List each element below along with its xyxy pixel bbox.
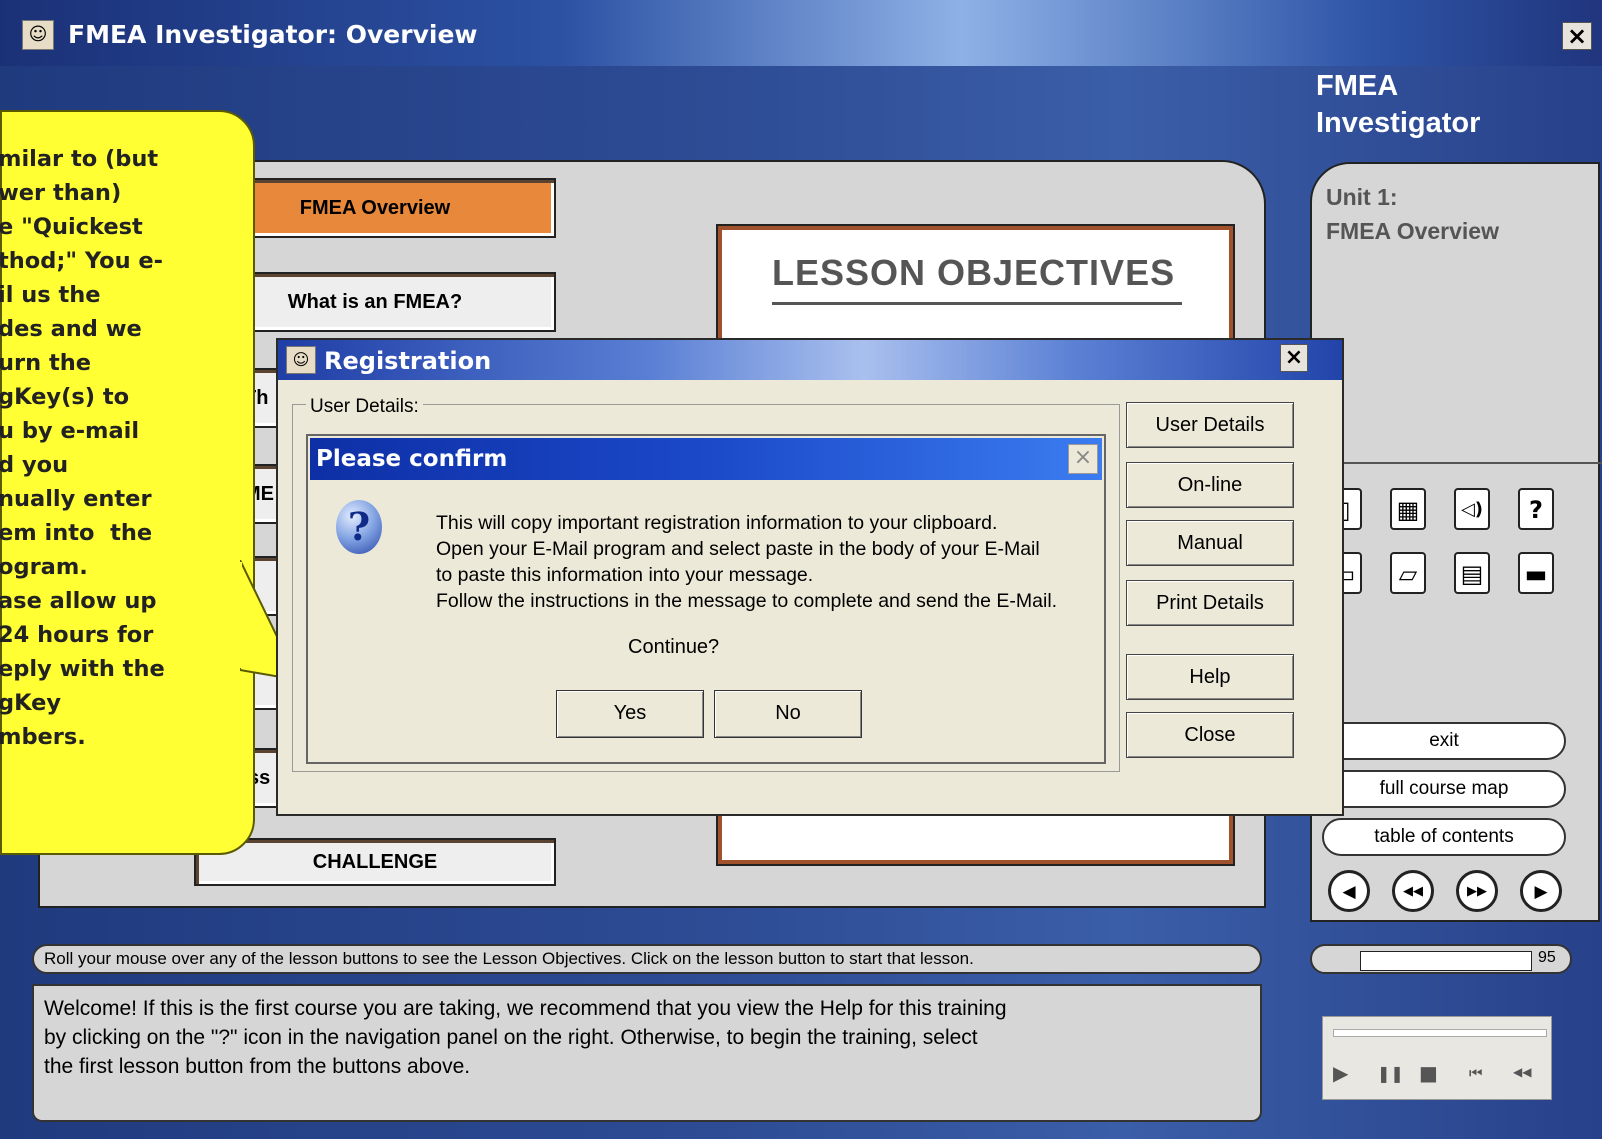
stop-icon[interactable]: ■ <box>1419 1061 1438 1085</box>
table-of-contents-button[interactable]: table of contents <box>1322 818 1566 856</box>
app-icon: ☺ <box>22 20 54 50</box>
next-icon[interactable]: ▶ <box>1520 870 1562 912</box>
confirm-title: Please confirm <box>316 446 508 472</box>
lesson-challenge-button[interactable]: CHALLENGE <box>194 838 556 886</box>
yes-button[interactable]: Yes <box>556 690 704 738</box>
callout-text: milar to (but wer than) e "Quickest thod… <box>0 146 165 750</box>
window-close-button[interactable]: × <box>1562 22 1592 50</box>
registration-close-button[interactable]: × <box>1280 344 1308 372</box>
registration-app-icon: ☺ <box>286 346 316 374</box>
pause-icon[interactable]: ❚❚ <box>1377 1064 1404 1083</box>
user-details-label: User Details: <box>306 396 423 418</box>
no-button[interactable]: No <box>714 690 862 738</box>
help-button[interactable]: Help <box>1126 654 1294 700</box>
online-button[interactable]: On-line <box>1126 462 1294 508</box>
registration-title: Registration <box>324 347 492 375</box>
player-seek-bar[interactable] <box>1333 1029 1547 1037</box>
print-details-button[interactable]: Print Details <box>1126 580 1294 626</box>
welcome-line-3: the first lesson button from the buttons… <box>44 1055 471 1078</box>
user-details-button[interactable]: User Details <box>1126 402 1294 448</box>
printer-icon[interactable]: ▬ <box>1518 552 1554 594</box>
document-icon[interactable]: ▤ <box>1454 552 1490 594</box>
progress-bar <box>1360 951 1532 971</box>
welcome-line-1: Welcome! If this is the first course you… <box>44 997 1007 1020</box>
confirm-dialog: Please confirm × ? This will copy import… <box>306 434 1106 764</box>
unit-title: Unit 1: FMEA Overview <box>1326 180 1499 248</box>
window-title: FMEA Investigator: Overview <box>68 20 478 49</box>
welcome-message: Welcome! If this is the first course you… <box>32 984 1262 1122</box>
confirm-question: Continue? <box>628 636 720 658</box>
calculator-icon[interactable]: ▦ <box>1390 488 1426 530</box>
progress-value: 95 <box>1538 949 1556 966</box>
folder-open-icon[interactable]: ▱ <box>1390 552 1426 594</box>
objectives-underline <box>772 302 1182 305</box>
welcome-line-2: by clicking on the "?" icon in the navig… <box>44 1026 978 1049</box>
close-button[interactable]: Close <box>1126 712 1294 758</box>
course-map-button[interactable]: full course map <box>1322 770 1566 808</box>
brand-line2: Investigator <box>1316 107 1481 139</box>
nav-divider <box>1315 462 1602 464</box>
title-bar: ☺ FMEA Investigator: Overview <box>0 0 1602 66</box>
brand-line1: FMEA <box>1316 70 1399 102</box>
manual-button[interactable]: Manual <box>1126 520 1294 566</box>
progress-indicator: 95 <box>1310 944 1572 974</box>
confirm-message: This will copy important registration in… <box>436 512 1058 612</box>
confirm-close-button[interactable]: × <box>1068 444 1098 474</box>
unit-number: Unit 1: <box>1326 184 1398 210</box>
question-icon: ? <box>336 500 382 554</box>
help-icon[interactable]: ? <box>1518 488 1554 530</box>
unit-name: FMEA Overview <box>1326 218 1499 244</box>
speaker-icon[interactable]: ◁) <box>1454 488 1490 530</box>
confirm-title-bar: Please confirm <box>310 438 1102 480</box>
fast-forward-icon[interactable]: ▶▶ <box>1456 870 1498 912</box>
rewind-icon[interactable]: ◀◀ <box>1392 870 1434 912</box>
exit-button[interactable]: exit <box>1322 722 1566 760</box>
previous-icon[interactable]: ◀ <box>1328 870 1370 912</box>
objectives-title: LESSON OBJECTIVES <box>772 252 1176 293</box>
brand-title: FMEA Investigator <box>1316 68 1480 142</box>
callout-bubble: milar to (but wer than) e "Quickest thod… <box>0 110 255 855</box>
registration-title-bar: ☺ Registration <box>278 340 1342 380</box>
skip-back-icon[interactable]: ⏮ <box>1469 1064 1483 1082</box>
navigation-panel <box>1310 162 1600 922</box>
play-icon[interactable]: ▶ <box>1333 1061 1348 1085</box>
player-rewind-icon[interactable]: ◀◀ <box>1513 1065 1531 1079</box>
status-bar: Roll your mouse over any of the lesson b… <box>32 944 1262 974</box>
media-player: ▶ ❚❚ ■ ⏮ ◀◀ <box>1322 1016 1552 1100</box>
